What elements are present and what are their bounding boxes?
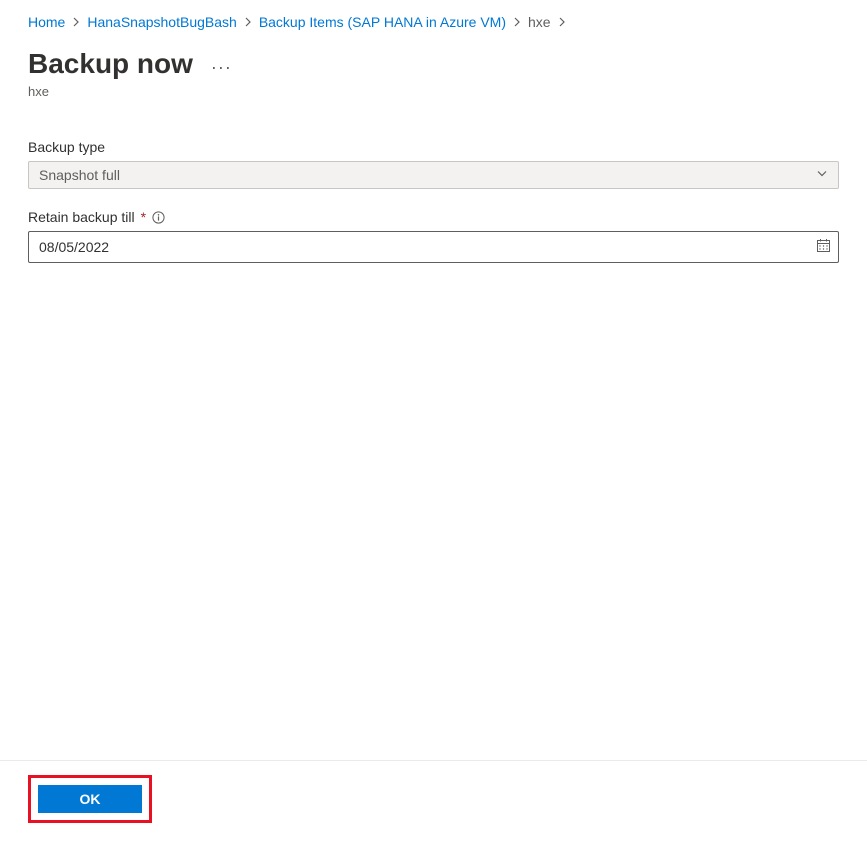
page-header: Backup now ··· xyxy=(0,40,867,84)
breadcrumb-home[interactable]: Home xyxy=(28,14,65,30)
footer: OK xyxy=(0,760,867,847)
breadcrumb-items[interactable]: Backup Items (SAP HANA in Azure VM) xyxy=(259,14,506,30)
ok-button[interactable]: OK xyxy=(38,785,142,813)
chevron-right-icon xyxy=(512,17,522,27)
chevron-right-icon xyxy=(243,17,253,27)
info-icon[interactable] xyxy=(152,211,165,224)
page-subtitle: hxe xyxy=(0,84,867,127)
page-title: Backup now xyxy=(28,48,193,80)
chevron-right-icon xyxy=(71,17,81,27)
backup-type-label-text: Backup type xyxy=(28,139,105,155)
chevron-right-icon xyxy=(557,17,567,27)
retain-date-input[interactable] xyxy=(28,231,839,263)
retain-backup-label-text: Retain backup till xyxy=(28,209,135,225)
form-area: Backup type Snapshot full Retain backup … xyxy=(0,127,867,760)
retain-date-field-wrapper xyxy=(28,231,839,263)
retain-backup-label: Retain backup till * xyxy=(28,209,839,225)
more-icon[interactable]: ··· xyxy=(211,57,232,78)
backup-type-label: Backup type xyxy=(28,139,839,155)
backup-type-value: Snapshot full xyxy=(28,161,839,189)
breadcrumb: Home HanaSnapshotBugBash Backup Items (S… xyxy=(0,0,867,40)
highlight-annotation: OK xyxy=(28,775,152,823)
breadcrumb-current: hxe xyxy=(528,14,551,30)
required-indicator: * xyxy=(141,209,146,225)
breadcrumb-vault[interactable]: HanaSnapshotBugBash xyxy=(87,14,236,30)
backup-type-select[interactable]: Snapshot full xyxy=(28,161,839,189)
